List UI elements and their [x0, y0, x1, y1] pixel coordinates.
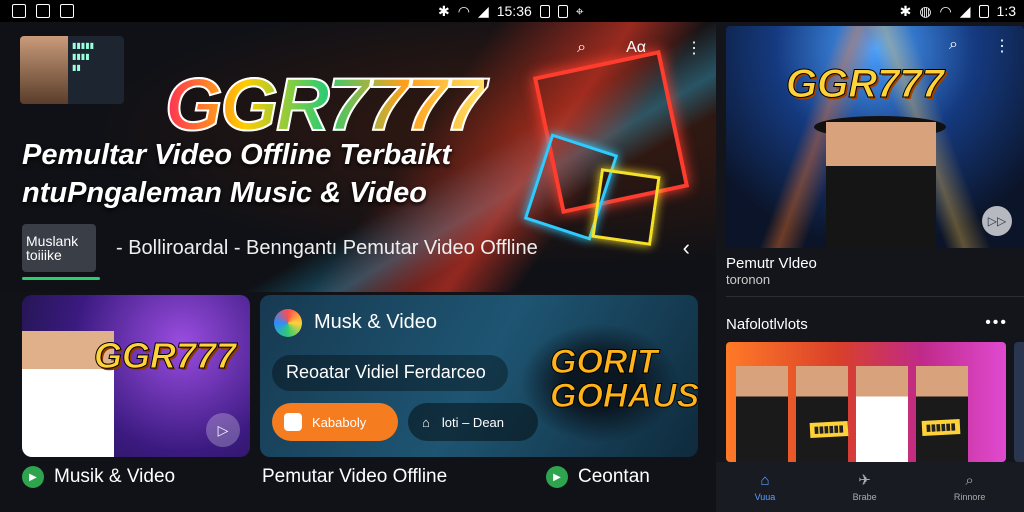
card-labels: ▶ Musik & Video Pemutar Video Offline ▶ … [22, 466, 702, 496]
artist-image [736, 366, 788, 462]
label-text: Musik & Video [54, 466, 176, 487]
side-pane: GGR777 ▷▷ ⌕ ⋮ Pemutr Vldeo toronon Nafol… [716, 22, 1024, 512]
status-center: ✱ ◠ ◢ 15:36 ⌖ [438, 3, 584, 20]
nav-search[interactable]: ⌕ Rinnore [953, 471, 986, 503]
side-toolbar: ⌕ ⋮ [949, 36, 1010, 56]
primary-action-label: Kababoly [312, 414, 367, 430]
divider [726, 296, 1024, 297]
primary-action-button[interactable]: Kababoly [272, 403, 398, 441]
battery-icon [539, 4, 550, 18]
banner-badge: ▮▮▮▮▮▮ [921, 419, 961, 436]
search-icon: ⌕ [965, 471, 974, 489]
battery-icon-right [978, 4, 989, 18]
section-title: Nafolotlvlots [726, 316, 808, 333]
hero-banner[interactable]: ▮▮▮▮▮ ▮▮▮▮ ▮▮ GGR7777 Pemultar Video Offli… [0, 22, 716, 292]
wifi-icon-right: ◠ [939, 2, 952, 19]
label-musik-video[interactable]: ▶ Musik & Video [22, 466, 175, 488]
more-vert-icon[interactable]: ⋮ [994, 36, 1010, 56]
play-store-icon: ▶ [22, 466, 44, 488]
status-bar: ✱ ◠ ◢ 15:36 ⌖ ✱ ◍ ◠ ◢ 1:3 [0, 0, 1024, 22]
status-notification-icons [12, 4, 74, 18]
app-icon [274, 309, 302, 337]
gallery-icon [12, 4, 26, 18]
play-button[interactable]: ▷▷ [982, 206, 1012, 236]
hero-title-line1: Pemultar Video Offline Terbaikt [22, 139, 452, 171]
artist-image [916, 366, 968, 462]
nav-label: Brabe [852, 492, 877, 502]
featured-card-player[interactable]: Musk & Video Reoatar Vidiel Ferdarceo Ka… [260, 295, 698, 457]
search-icon[interactable]: ⌕ [577, 39, 586, 57]
main-pane: ▮▮▮▮▮ ▮▮▮▮ ▮▮ GGR7777 Pemultar Video Offli… [0, 22, 716, 512]
side-caption-title: Pemutr Vldeo [726, 255, 817, 272]
chevron-left-icon[interactable]: ‹ [683, 235, 690, 261]
home-icon: ⌂ [760, 471, 770, 489]
secondary-action-label: loti – Dean [441, 414, 505, 430]
artist-image [796, 366, 848, 462]
nav-label: Vuua [754, 492, 776, 502]
download-icon [284, 413, 302, 431]
status-right: ✱ ◍ ◠ ◢ 1:3 [900, 3, 1016, 20]
check-icon [60, 4, 74, 18]
hero-logo: GGR7777 [164, 62, 487, 147]
hero-toolbar: ⌕ Aα ⋮ [577, 38, 702, 58]
status-time-left: 15:36 [496, 3, 532, 19]
wifi-icon: ◠ [457, 2, 470, 19]
side-hero[interactable]: GGR777 ▷▷ [726, 26, 1024, 248]
nav-share[interactable]: ✈ Brabe [853, 472, 877, 502]
card-subtitle-pill[interactable]: Reoatar Vidiel Ferdarceo [272, 355, 508, 391]
progress-indicator [22, 277, 100, 280]
more-vert-icon[interactable]: ⋮ [686, 38, 702, 58]
side-caption-sub: toronon [726, 272, 771, 287]
play-store-icon: ▶ [546, 466, 568, 488]
image-icon [36, 4, 50, 18]
bluetooth-icon-right: ✱ [899, 2, 912, 19]
label-pemutar-video[interactable]: Pemutar Video Offline [262, 466, 447, 488]
bottom-nav: ⌂ Vuua ✈ Brabe ⌕ Rinnore [716, 462, 1024, 512]
share-icon: ✈ [858, 472, 871, 489]
nav-home[interactable]: ⌂ Vuua [754, 471, 776, 503]
bluetooth-icon: ✱ [438, 2, 450, 19]
play-button[interactable]: ▷ [206, 413, 240, 447]
banner-badge: ▮▮▮▮▮▮ [809, 421, 849, 438]
side-logo: GGR777 [786, 62, 945, 107]
language-button[interactable]: Aα [626, 39, 646, 57]
thumbnail-text: ▮▮▮▮▮ ▮▮▮▮ ▮▮ [72, 41, 95, 72]
lock-icon: ⌂ [422, 414, 430, 430]
secondary-action-button[interactable]: ⌂ loti – Dean [408, 403, 538, 441]
card-logo: GORIT GOHAUS [550, 343, 699, 415]
card-title: Musk & Video [314, 311, 438, 333]
now-playing-thumb: Muslank toiiike [22, 224, 96, 272]
artist-image [826, 122, 936, 248]
more-horiz-icon[interactable]: ••• [985, 314, 1008, 332]
search-icon[interactable]: ⌕ [949, 36, 958, 56]
now-playing-text: - Bolliroardal - Benngantı Pemutar Video… [116, 236, 538, 259]
app-root: ✱ ◠ ◢ 15:36 ⌖ ✱ ◍ ◠ ◢ 1:3 ▮▮▮▮▮ ▮▮▮▮ ▮▮ GG [0, 0, 1024, 512]
card-logo: GGR777 [93, 335, 237, 377]
signal-icon-right: ◢ [959, 2, 971, 19]
hero-title-line2: ntuPngaleman Music & Video [22, 177, 427, 209]
status-time-right: 1:3 [996, 3, 1016, 19]
artist-image [20, 36, 68, 104]
now-playing-row[interactable]: Muslank toiiike - Bolliroardal - Benngan… [22, 224, 702, 272]
artist-image [856, 366, 908, 462]
featured-card-music[interactable]: GGR777 ▷ [22, 295, 250, 457]
playlist-banner[interactable]: ▮▮▮▮▮▮ ▮▮▮▮▮▮ [726, 342, 1006, 462]
hero-title: Pemultar Video Offline Terbaikt ntuPngal… [22, 136, 582, 212]
nav-label: Rinnore [953, 492, 986, 502]
label-text: Pemutar Video Offline [262, 466, 448, 487]
label-text: Ceontan [578, 466, 650, 487]
hero-thumbnail[interactable]: ▮▮▮▮▮ ▮▮▮▮ ▮▮ [20, 36, 124, 104]
side-caption: Pemutr Vldeo toronon [726, 256, 817, 288]
label-ceontan[interactable]: ▶ Ceontan [546, 466, 650, 488]
battery-icon-secondary [557, 4, 568, 18]
nfc-icon: ◍ [919, 2, 932, 19]
location-icon: ⌖ [575, 2, 584, 19]
next-card-peek[interactable] [1014, 342, 1024, 462]
signal-icon: ◢ [477, 2, 489, 19]
